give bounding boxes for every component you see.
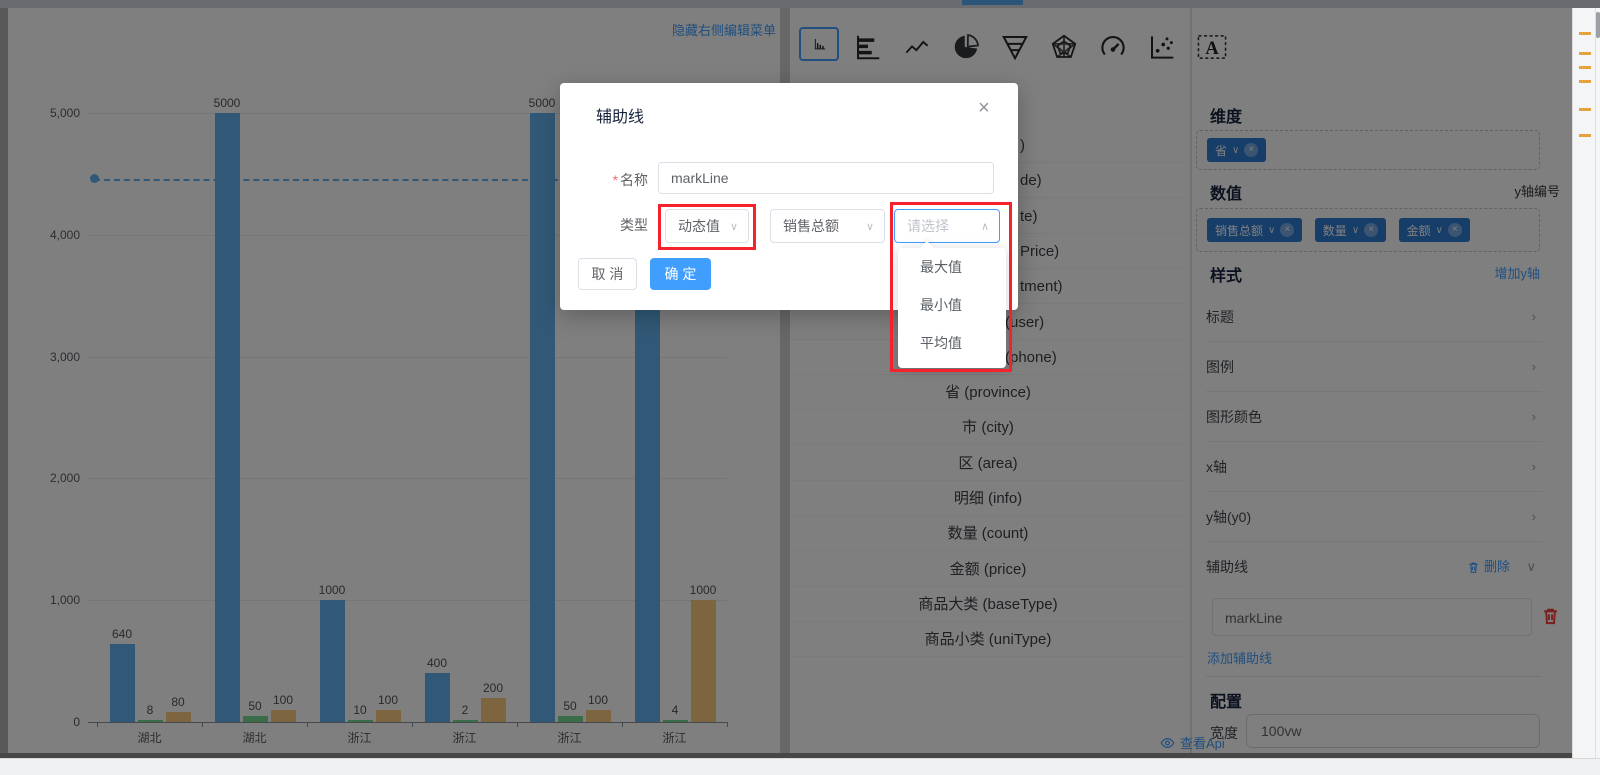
aggregation-select[interactable]: 请选择 ∧ bbox=[894, 209, 1000, 243]
aggregation-placeholder: 请选择 bbox=[907, 216, 949, 236]
scroll-marker bbox=[1579, 80, 1591, 83]
scroll-marker bbox=[1579, 108, 1591, 111]
type-label: 类型 bbox=[586, 215, 648, 235]
name-label: *名称 bbox=[586, 170, 648, 190]
option-min[interactable]: 最小值 bbox=[898, 286, 1006, 324]
chevron-up-icon: ∧ bbox=[981, 220, 989, 233]
horizontal-scrollbar[interactable] bbox=[0, 758, 1600, 775]
measure-select-value: 销售总额 bbox=[783, 216, 839, 236]
scroll-marker bbox=[1579, 32, 1591, 35]
chevron-down-icon: ∨ bbox=[730, 220, 738, 233]
cancel-button[interactable]: 取 消 bbox=[578, 258, 637, 290]
dialog-title: 辅助线 bbox=[596, 103, 644, 127]
measure-select[interactable]: 销售总额 ∨ bbox=[770, 209, 885, 243]
aggregation-options-popup: 最大值 最小值 平均值 bbox=[898, 248, 1006, 368]
vertical-scrollbar[interactable] bbox=[1572, 8, 1600, 758]
scroll-marker bbox=[1579, 52, 1591, 55]
markline-name-input[interactable] bbox=[658, 162, 994, 194]
option-max[interactable]: 最大值 bbox=[898, 248, 1006, 286]
type-select-value: 动态值 bbox=[678, 216, 720, 236]
scrollbar-thumb[interactable] bbox=[1596, 12, 1600, 38]
close-icon[interactable]: × bbox=[978, 97, 990, 120]
scroll-marker bbox=[1579, 134, 1591, 137]
scroll-marker bbox=[1579, 66, 1591, 69]
option-avg[interactable]: 平均值 bbox=[898, 324, 1006, 362]
required-asterisk: * bbox=[613, 172, 618, 188]
scrollbar-divider bbox=[1595, 8, 1596, 758]
app-root: 隐藏右侧编辑菜单 01,0002,0003,0004,0005,000湖北湖北浙… bbox=[0, 0, 1600, 775]
confirm-button[interactable]: 确 定 bbox=[650, 258, 711, 290]
modal-overlay bbox=[1572, 0, 1600, 8]
chevron-down-icon: ∨ bbox=[866, 220, 874, 233]
type-select[interactable]: 动态值 ∨ bbox=[665, 209, 749, 243]
